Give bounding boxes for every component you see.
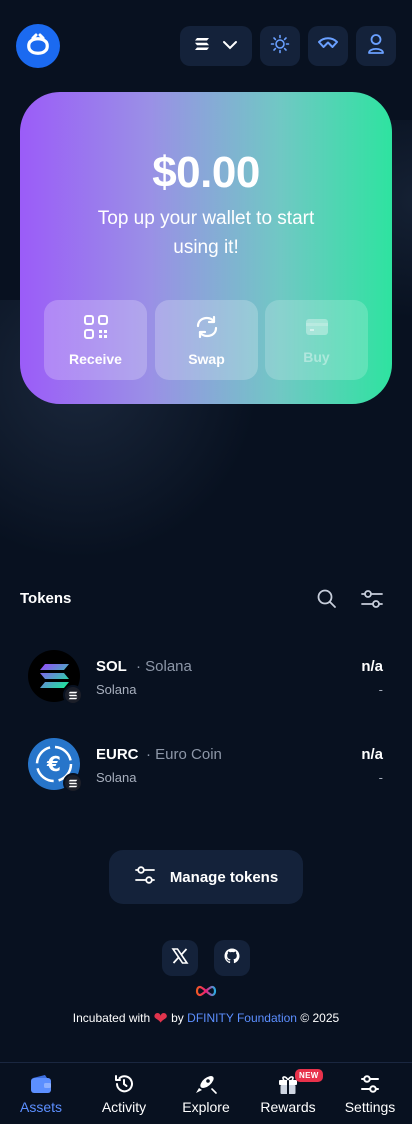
token-balance: n/a [361,746,383,763]
heart-icon: ❤ [153,1009,168,1028]
nav-explore[interactable]: Explore [165,1063,247,1124]
theme-toggle-button[interactable] [260,26,300,66]
token-name: · Euro Coin [146,746,222,763]
walletconnect-button[interactable] [308,26,348,66]
wallet-icon [30,1073,52,1095]
rocket-icon [194,1073,218,1095]
nav-assets[interactable]: Assets [0,1063,82,1124]
x-twitter-link[interactable] [162,940,198,976]
sun-icon [270,34,290,59]
history-icon [113,1073,135,1095]
github-icon [223,947,241,970]
token-network: Solana [96,682,137,697]
footer-by: by [171,1011,184,1025]
dfinity-foundation-link[interactable]: DFINITY Foundation [187,1011,297,1025]
settings-icon [359,1073,381,1095]
manage-tokens-button[interactable]: Manage tokens [109,850,303,904]
oisy-logo-icon[interactable] [16,24,60,68]
user-icon [367,33,385,60]
svg-text:€: € [46,752,61,776]
receive-label: Receive [69,350,122,367]
solana-icon [194,37,210,56]
top-up-message: Top up your wallet to start using it! [97,208,315,258]
chevron-down-icon [222,37,238,55]
search-icon[interactable] [316,588,338,615]
token-row-eurc[interactable]: € EURC · Euro Coin Solana n/a - [0,738,412,808]
qr-code-icon [83,314,109,343]
user-menu-button[interactable] [356,26,396,66]
token-balance: n/a [361,658,383,675]
tokens-heading: Tokens [20,590,72,607]
nav-assets-label: Assets [19,1099,62,1115]
receive-button[interactable]: Receive [44,300,147,380]
solana-network-badge [63,685,83,705]
filter-icon[interactable] [360,588,384,615]
footer-prefix: Incubated with [72,1011,151,1025]
footer-copyright: © 2025 [300,1011,340,1025]
nav-settings-label: Settings [344,1099,396,1115]
token-symbol: SOL [96,658,127,675]
solana-network-badge [63,773,83,793]
nav-activity[interactable]: Activity [83,1063,165,1124]
buy-button[interactable]: Buy [265,300,368,380]
dfinity-infinity-icon [194,984,218,1003]
sliders-icon [134,865,156,889]
manage-tokens-label: Manage tokens [169,868,279,886]
buy-label: Buy [303,348,330,365]
swap-button[interactable]: Swap [155,300,258,380]
nav-activity-label: Activity [101,1099,147,1115]
nav-explore-label: Explore [182,1099,230,1115]
nav-settings[interactable]: Settings [329,1063,411,1124]
x-icon [171,947,189,970]
token-row-sol[interactable]: SOL · Solana Solana n/a - [0,650,412,720]
token-network: Solana [96,770,137,785]
github-link[interactable] [214,940,250,976]
bottom-navigation: Assets Activity Explore Rewards NEW Sett… [0,1062,412,1124]
walletconnect-icon [317,36,339,56]
token-usd-value: - [378,682,383,697]
token-usd-value: - [378,770,383,785]
network-selector-button[interactable] [180,26,252,66]
token-name: · Solana [136,658,192,675]
token-symbol: EURC [96,746,139,763]
swap-label: Swap [188,350,225,367]
total-balance: $0.00 [152,148,260,197]
new-badge: NEW [295,1069,323,1082]
card-icon [304,316,330,341]
swap-icon [194,314,220,343]
balance-card: $0.00 Top up your wallet to start using … [20,92,392,404]
footer-credit: Incubated with ❤ by DFINITY Foundation ©… [0,1009,412,1029]
nav-rewards-label: Rewards [260,1099,316,1115]
